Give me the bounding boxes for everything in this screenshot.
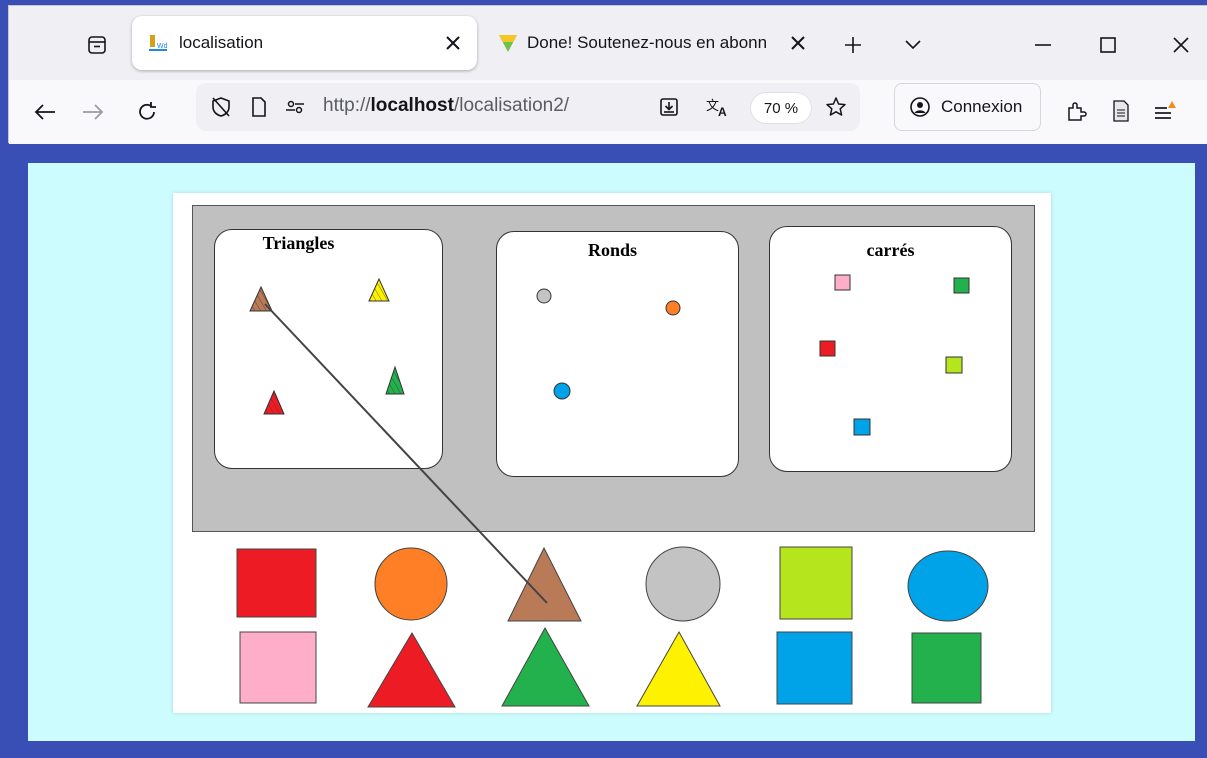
palette-square-red[interactable]	[236, 548, 317, 618]
small-square-green[interactable]	[953, 277, 970, 294]
small-circle-blue[interactable]	[553, 382, 571, 400]
palette-square-lime[interactable]	[779, 546, 853, 620]
palette-square-blue[interactable]	[776, 631, 853, 705]
shape-palette	[209, 541, 1016, 711]
palette-circle-orange[interactable]	[374, 547, 448, 621]
small-square-blue[interactable]	[853, 418, 871, 436]
palette-circle-blue[interactable]	[907, 550, 989, 622]
small-triangle-red[interactable]	[263, 389, 285, 415]
palette-square-green[interactable]	[911, 632, 982, 704]
small-circle-orange[interactable]	[665, 300, 681, 316]
small-square-lime[interactable]	[945, 356, 963, 374]
shapes-layer	[209, 274, 1016, 711]
palette-circle-gray[interactable]	[645, 546, 721, 622]
small-triangle-yellow[interactable]	[368, 277, 390, 302]
small-triangle-green[interactable]	[385, 365, 405, 395]
palette-square-pink[interactable]	[239, 631, 317, 704]
small-circle-gray[interactable]	[536, 288, 552, 304]
small-square-red[interactable]	[819, 340, 836, 357]
small-square-pink[interactable]	[834, 274, 851, 291]
